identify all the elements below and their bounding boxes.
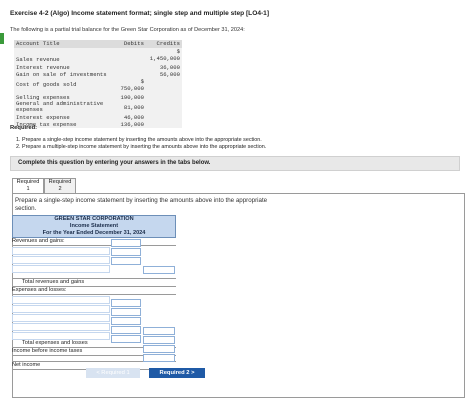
exercise-title: Exercise 4-2 (Algo) Income statement for… — [10, 10, 270, 17]
table-row: Sales revenue $ 1,450,000 — [14, 48, 182, 64]
header-account-title: Account Title — [16, 40, 60, 47]
tab-prompt: Prepare a single-step income statement b… — [15, 197, 268, 212]
expense-account-input[interactable] — [12, 296, 110, 304]
table-row: Gain on sale of investments 56,000 — [14, 71, 182, 78]
required-item-2: 2. Prepare a multiple-step income statem… — [16, 144, 267, 150]
header-credits: Credits — [156, 40, 181, 47]
required-list: 1. Prepare a single-step income statemen… — [16, 137, 266, 151]
trial-balance-header: Account Title Debits Credits — [14, 40, 182, 48]
income-tax-input[interactable] — [143, 345, 175, 353]
revenue-account-input[interactable] — [12, 247, 110, 255]
trial-balance-table: Account Title Debits Credits Sales reven… — [14, 40, 182, 128]
tab-required-2[interactable]: Required 2 — [44, 178, 76, 194]
table-row: Cost of goods sold $ 750,000 — [14, 78, 182, 94]
tab-required-1[interactable]: Required 1 — [12, 178, 44, 194]
expense-account-input[interactable] — [12, 305, 110, 313]
table-row: Interest revenue 36,000 — [14, 64, 182, 71]
header-debits: Debits — [123, 40, 144, 47]
amount-input[interactable] — [111, 248, 141, 256]
amount-input[interactable] — [111, 257, 141, 265]
amount-input[interactable] — [111, 239, 141, 247]
table-row: Income tax expense 136,000 — [14, 121, 182, 128]
company-name: GREEN STAR CORPORATION — [54, 216, 134, 222]
income-before-taxes-input[interactable] — [143, 336, 175, 344]
revenue-account-input[interactable] — [12, 265, 110, 273]
left-marker — [0, 33, 4, 44]
required-item-1: 1. Prepare a single-step income statemen… — [16, 137, 262, 143]
instructions-banner: Complete this question by entering your … — [10, 156, 460, 171]
statement-header: GREEN STAR CORPORATION Income Statement … — [12, 215, 176, 238]
amount-input[interactable] — [111, 299, 141, 307]
statement-name: Income Statement — [69, 223, 119, 229]
expense-account-input[interactable] — [12, 314, 110, 322]
amount-input[interactable] — [111, 317, 141, 325]
intro-text: The following is a partial trial balance… — [10, 27, 245, 33]
required-label: Required: — [10, 125, 38, 131]
table-row: General and administrative expenses 81,0… — [14, 101, 182, 114]
amount-input[interactable] — [111, 308, 141, 316]
total-column — [143, 239, 175, 363]
expense-account-input[interactable] — [12, 332, 110, 340]
total-expenses-input[interactable] — [143, 327, 175, 335]
revenue-account-input[interactable] — [12, 256, 110, 264]
requirement-tabs: Required 1 Required 2 — [12, 178, 76, 194]
amount-column — [111, 239, 141, 344]
amount-input[interactable] — [111, 326, 141, 334]
net-income-input[interactable] — [143, 354, 175, 362]
table-row: Interest expense 46,000 — [14, 114, 182, 121]
prev-required-button[interactable]: < Required 1 — [86, 368, 140, 378]
total-revenues-input[interactable] — [143, 266, 175, 274]
statement-period: For the Year Ended December 31, 2024 — [42, 230, 146, 236]
amount-input[interactable] — [111, 335, 141, 343]
expense-account-input[interactable] — [12, 323, 110, 331]
next-required-button[interactable]: Required 2 > — [149, 368, 205, 378]
